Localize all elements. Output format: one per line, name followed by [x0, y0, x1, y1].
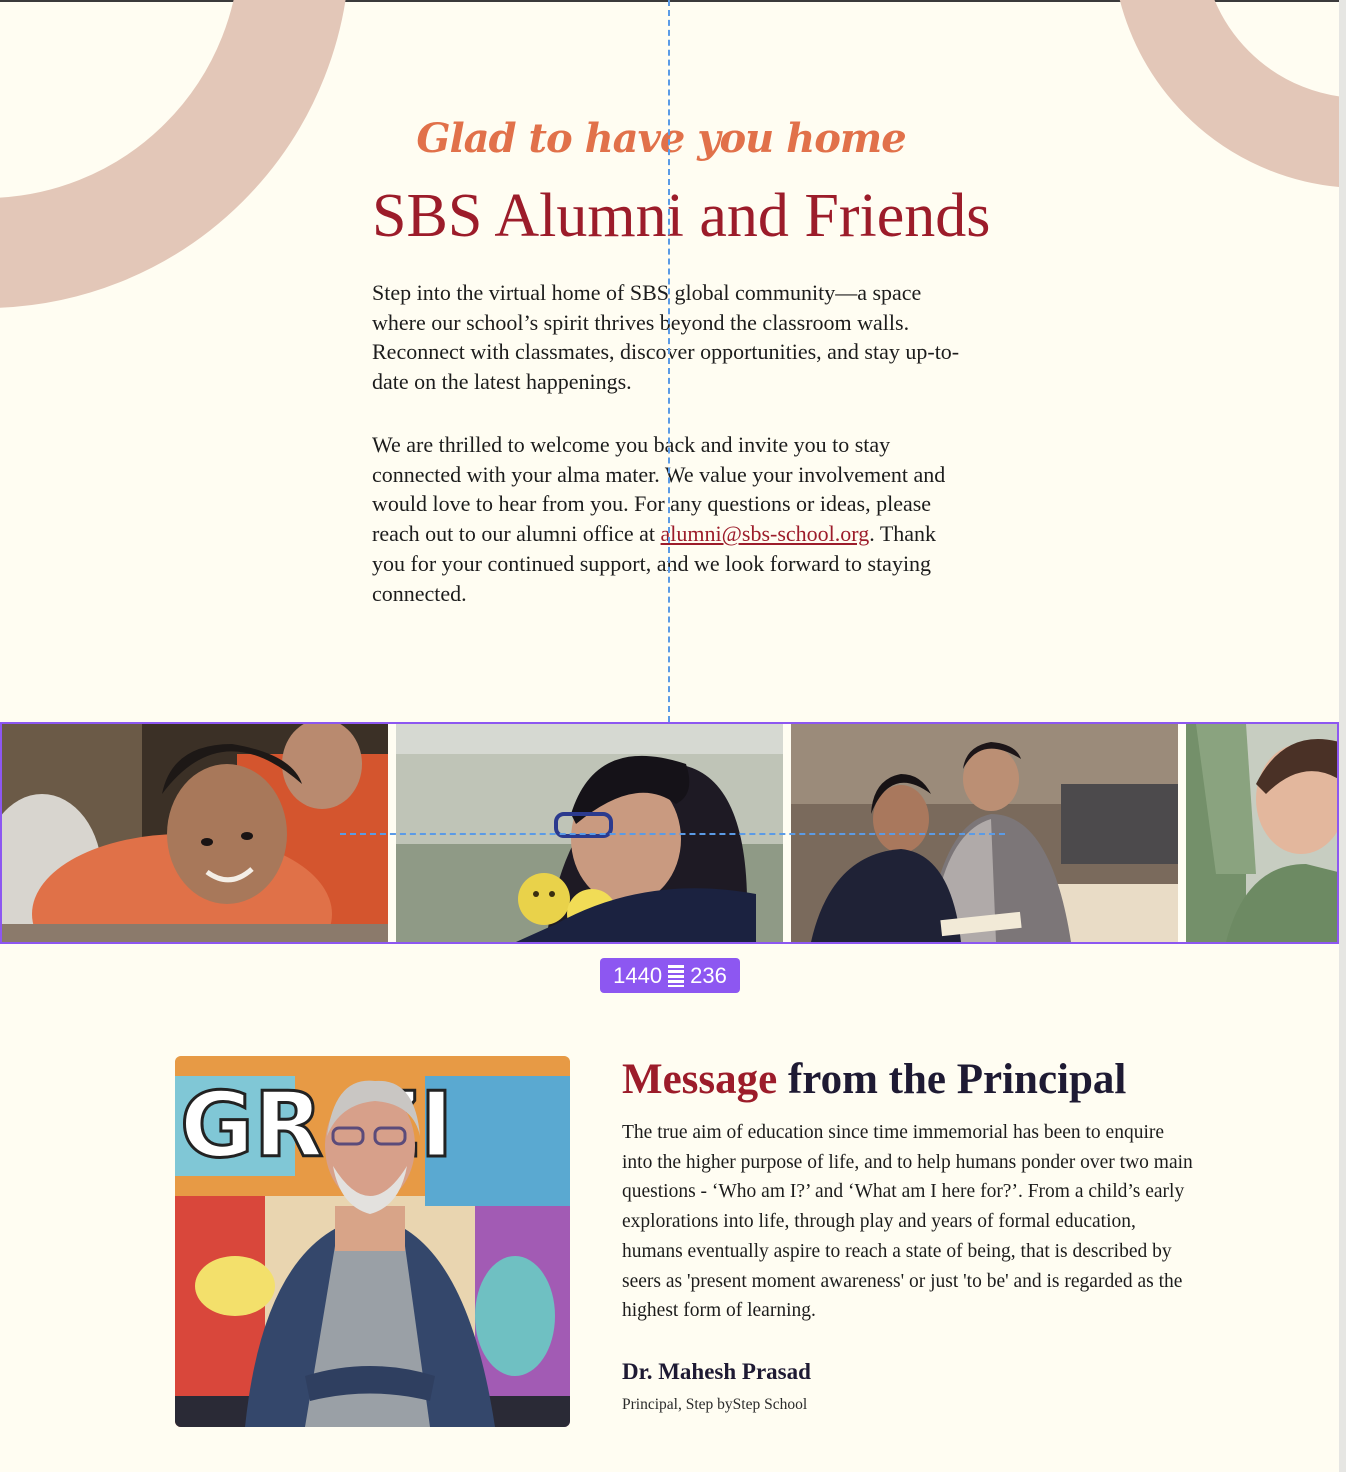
principal-photo: GR ZI	[175, 1056, 570, 1427]
smiling-boy-photo	[2, 724, 388, 942]
badge-width: 1440	[613, 962, 663, 988]
child-raising-hand-photo	[1186, 724, 1337, 942]
decorative-arc-right	[1112, 0, 1339, 188]
decorative-arc-left	[0, 0, 350, 308]
principal-section-title: Message from the Principal	[622, 1052, 1126, 1108]
principal-message: The true aim of education since time imm…	[622, 1122, 1193, 1322]
scrollbar[interactable]	[1339, 0, 1346, 1472]
title-rest: from the Principal	[777, 1056, 1127, 1103]
title-accent-word: Message	[622, 1056, 778, 1103]
hero-title: SBS Alumni and Friends	[372, 182, 991, 250]
dimension-badge: 1440 236	[600, 958, 740, 993]
hero-tagline: Glad to have you home	[416, 115, 906, 162]
vertical-center-guide	[668, 0, 670, 722]
horizontal-center-guide	[340, 833, 1005, 835]
page: Glad to have you home SBS Alumni and Fri…	[0, 0, 1339, 1472]
alumni-email-link[interactable]: alumni@sbs-school.org	[661, 521, 870, 546]
hero-contact-paragraph: We are thrilled to welcome you back and …	[372, 430, 962, 608]
badge-height: 236	[690, 962, 727, 988]
hero-intro-paragraph: Step into the virtual home of SBS global…	[372, 280, 960, 395]
principal-name: Dr. Mahesh Prasad	[622, 1359, 811, 1384]
principal-role: Principal, Step byStep School	[622, 1396, 808, 1413]
height-icon	[668, 964, 685, 987]
